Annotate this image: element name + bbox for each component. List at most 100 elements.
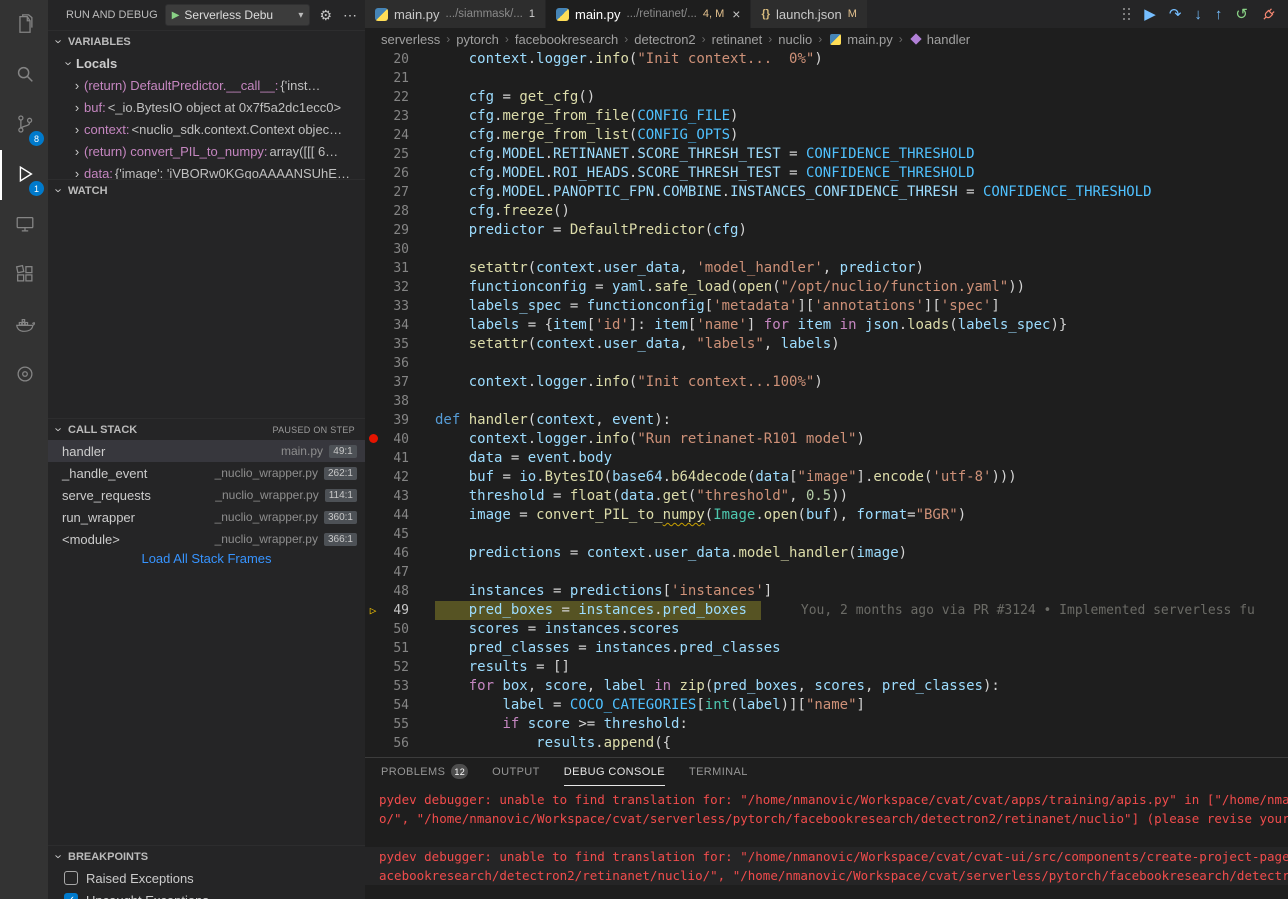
locals-scope-row[interactable]: › Locals — [48, 52, 365, 74]
breakpoint-row[interactable]: ✓Uncaught Exceptions — [48, 889, 365, 899]
code-line[interactable]: 27 cfg.MODEL.PANOPTIC_FPN.COMBINE.INSTAN… — [365, 183, 1288, 202]
activity-run-and-debug[interactable]: 1 — [0, 150, 48, 200]
breakpoints-section-header[interactable]: › BREAKPOINTS — [48, 845, 365, 867]
gutter-margin[interactable]: ▷ — [365, 601, 381, 620]
code-line[interactable]: 43 threshold = float(data.get("threshold… — [365, 487, 1288, 506]
stack-frame-row[interactable]: run_wrapper_nuclio_wrapper.py360:1 — [48, 506, 365, 528]
activity-docker[interactable] — [0, 300, 48, 350]
code-line[interactable]: 28 cfg.freeze() — [365, 202, 1288, 221]
code-line[interactable]: 29 predictor = DefaultPredictor(cfg) — [365, 221, 1288, 240]
code-line[interactable]: 30 — [365, 240, 1288, 259]
code-line[interactable]: 37 context.logger.info("Init context...1… — [365, 373, 1288, 392]
start-debugging-icon[interactable]: ▶ — [172, 10, 180, 21]
gear-icon[interactable]: ⚙ — [317, 7, 334, 24]
stack-frame-row[interactable]: <module>_nuclio_wrapper.py366:1 — [48, 528, 365, 550]
activity-explorer[interactable] — [0, 0, 48, 50]
more-actions-icon[interactable]: ⋯ — [341, 7, 359, 24]
breadcrumb-item[interactable]: handler — [927, 32, 970, 47]
activity-circle-extension[interactable] — [0, 350, 48, 400]
code-line[interactable]: 55 if score >= threshold: — [365, 715, 1288, 734]
code-line[interactable]: 41 data = event.body — [365, 449, 1288, 468]
code-line[interactable]: 26 cfg.MODEL.ROI_HEADS.SCORE_THRESH_TEST… — [365, 164, 1288, 183]
breadcrumb-item[interactable]: pytorch — [456, 32, 499, 47]
code-line[interactable]: 33 labels_spec = functionconfig['metadat… — [365, 297, 1288, 316]
code-line[interactable]: 25 cfg.MODEL.RETINANET.SCORE_THRESH_TEST… — [365, 145, 1288, 164]
code-line[interactable]: 47 — [365, 563, 1288, 582]
code-line[interactable]: 42 buf = io.BytesIO(base64.b64decode(dat… — [365, 468, 1288, 487]
code-line[interactable]: 46 predictions = context.user_data.model… — [365, 544, 1288, 563]
step-out-button[interactable]: ↑ — [1215, 7, 1223, 22]
close-icon[interactable]: × — [732, 6, 740, 22]
code-line[interactable]: 45 — [365, 525, 1288, 544]
code-line[interactable]: ▷49 pred_boxes = instances.pred_boxesYou… — [365, 601, 1288, 620]
code-line[interactable]: 39def handler(context, event): — [365, 411, 1288, 430]
continue-button[interactable]: ▶ — [1144, 7, 1156, 22]
code-line[interactable]: 21 — [365, 69, 1288, 88]
breakpoint-icon[interactable] — [369, 434, 378, 443]
code-token: context — [536, 336, 595, 352]
variable-row[interactable]: ›buf: <_io.BytesIO object at 0x7f5a2dc1e… — [48, 96, 365, 118]
code-line[interactable]: 53 for box, score, label in zip(pred_box… — [365, 677, 1288, 696]
step-over-button[interactable]: ↷ — [1169, 7, 1182, 22]
code-line[interactable]: 50 scores = instances.scores — [365, 620, 1288, 639]
gutter-margin[interactable] — [365, 430, 381, 449]
code-line[interactable]: 32 functionconfig = yaml.safe_load(open(… — [365, 278, 1288, 297]
breadcrumb-item[interactable]: detectron2 — [634, 32, 695, 47]
variable-row[interactable]: ›(return) convert_PIL_to_numpy: array([[… — [48, 140, 365, 162]
breadcrumb-item[interactable]: facebookresearch — [515, 32, 618, 47]
code-line[interactable]: 40 context.logger.info("Run retinanet-R1… — [365, 430, 1288, 449]
variables-section-header[interactable]: › VARIABLES — [48, 30, 365, 52]
drag-handle-icon[interactable] — [1123, 7, 1131, 21]
activity-source-control[interactable]: 8 — [0, 100, 48, 150]
code-line[interactable]: 51 pred_classes = instances.pred_classes — [365, 639, 1288, 658]
code-line[interactable]: 23 cfg.merge_from_file(CONFIG_FILE) — [365, 107, 1288, 126]
code-line[interactable]: 22 cfg = get_cfg() — [365, 88, 1288, 107]
code-line[interactable]: 36 — [365, 354, 1288, 373]
code-line[interactable]: 31 setattr(context.user_data, 'model_han… — [365, 259, 1288, 278]
breadcrumb-item[interactable]: nuclio — [778, 32, 812, 47]
stack-frame-row[interactable]: serve_requests_nuclio_wrapper.py114:1 — [48, 484, 365, 506]
checkbox[interactable]: ✓ — [64, 893, 78, 899]
editor-tab[interactable]: {}launch.jsonM — [751, 0, 868, 28]
breakpoint-row[interactable]: Raised Exceptions — [48, 867, 365, 889]
variable-row[interactable]: ›context: <nuclio_sdk.context.Context ob… — [48, 118, 365, 140]
code-line[interactable]: 35 setattr(context.user_data, "labels", … — [365, 335, 1288, 354]
panel-tab[interactable]: DEBUG CONSOLE — [564, 758, 665, 786]
code-token: logger — [536, 431, 587, 447]
variable-row[interactable]: ›(return) DefaultPredictor.__call__: {'i… — [48, 74, 365, 96]
code-line[interactable]: 56 results.append({ — [365, 734, 1288, 753]
watch-section-header[interactable]: › WATCH — [48, 179, 365, 201]
stack-frame-row[interactable]: handlermain.py49:1 — [48, 440, 365, 462]
breadcrumb-item[interactable]: retinanet — [712, 32, 763, 47]
code-line[interactable]: 52 results = [] — [365, 658, 1288, 677]
panel-tab[interactable]: PROBLEMS12 — [381, 758, 468, 786]
load-all-stack-frames-link[interactable]: Load All Stack Frames — [48, 551, 365, 566]
panel-tab[interactable]: TERMINAL — [689, 758, 748, 786]
code-text: cfg = get_cfg() — [435, 88, 595, 107]
code-line[interactable]: 20 context.logger.info("Init context... … — [365, 50, 1288, 69]
disconnect-button[interactable] — [1261, 7, 1276, 22]
editor-tab[interactable]: main.py.../retinanet/...4, M× — [546, 0, 751, 28]
breadcrumb-item[interactable]: serverless — [381, 32, 440, 47]
code-token: image — [469, 507, 511, 523]
step-into-button[interactable]: ↓ — [1194, 7, 1202, 22]
code-line[interactable]: 34 labels = {item['id']: item['name'] fo… — [365, 316, 1288, 335]
variable-row[interactable]: ›data: {'image': 'iVBORw0KGgoAAAANSUhE… — [48, 162, 365, 179]
code-line[interactable]: 24 cfg.merge_from_list(CONFIG_OPTS) — [365, 126, 1288, 145]
debug-config-picker[interactable]: ▶ Serverless Debu ▾ — [165, 4, 311, 26]
restart-button[interactable]: ↺ — [1235, 7, 1248, 22]
activity-extensions[interactable] — [0, 250, 48, 300]
activity-search[interactable] — [0, 50, 48, 100]
panel-tab[interactable]: OUTPUT — [492, 758, 540, 786]
checkbox[interactable] — [64, 871, 78, 885]
editor-tab[interactable]: main.py.../siammask/...1 — [365, 0, 546, 28]
code-line[interactable]: 48 instances = predictions['instances'] — [365, 582, 1288, 601]
breadcrumb-item[interactable]: main.py — [847, 32, 893, 47]
code-line[interactable]: 54 label = COCO_CATEGORIES[int(label)]["… — [365, 696, 1288, 715]
code-line[interactable]: 44 image = convert_PIL_to_numpy(Image.op… — [365, 506, 1288, 525]
stack-frame-row[interactable]: _handle_event_nuclio_wrapper.py262:1 — [48, 462, 365, 484]
call-stack-section-header[interactable]: › CALL STACK PAUSED ON STEP — [48, 418, 365, 440]
code-line[interactable]: 38 — [365, 392, 1288, 411]
activity-remote-explorer[interactable] — [0, 200, 48, 250]
code-editor[interactable]: 20 context.logger.info("Init context... … — [365, 50, 1288, 757]
